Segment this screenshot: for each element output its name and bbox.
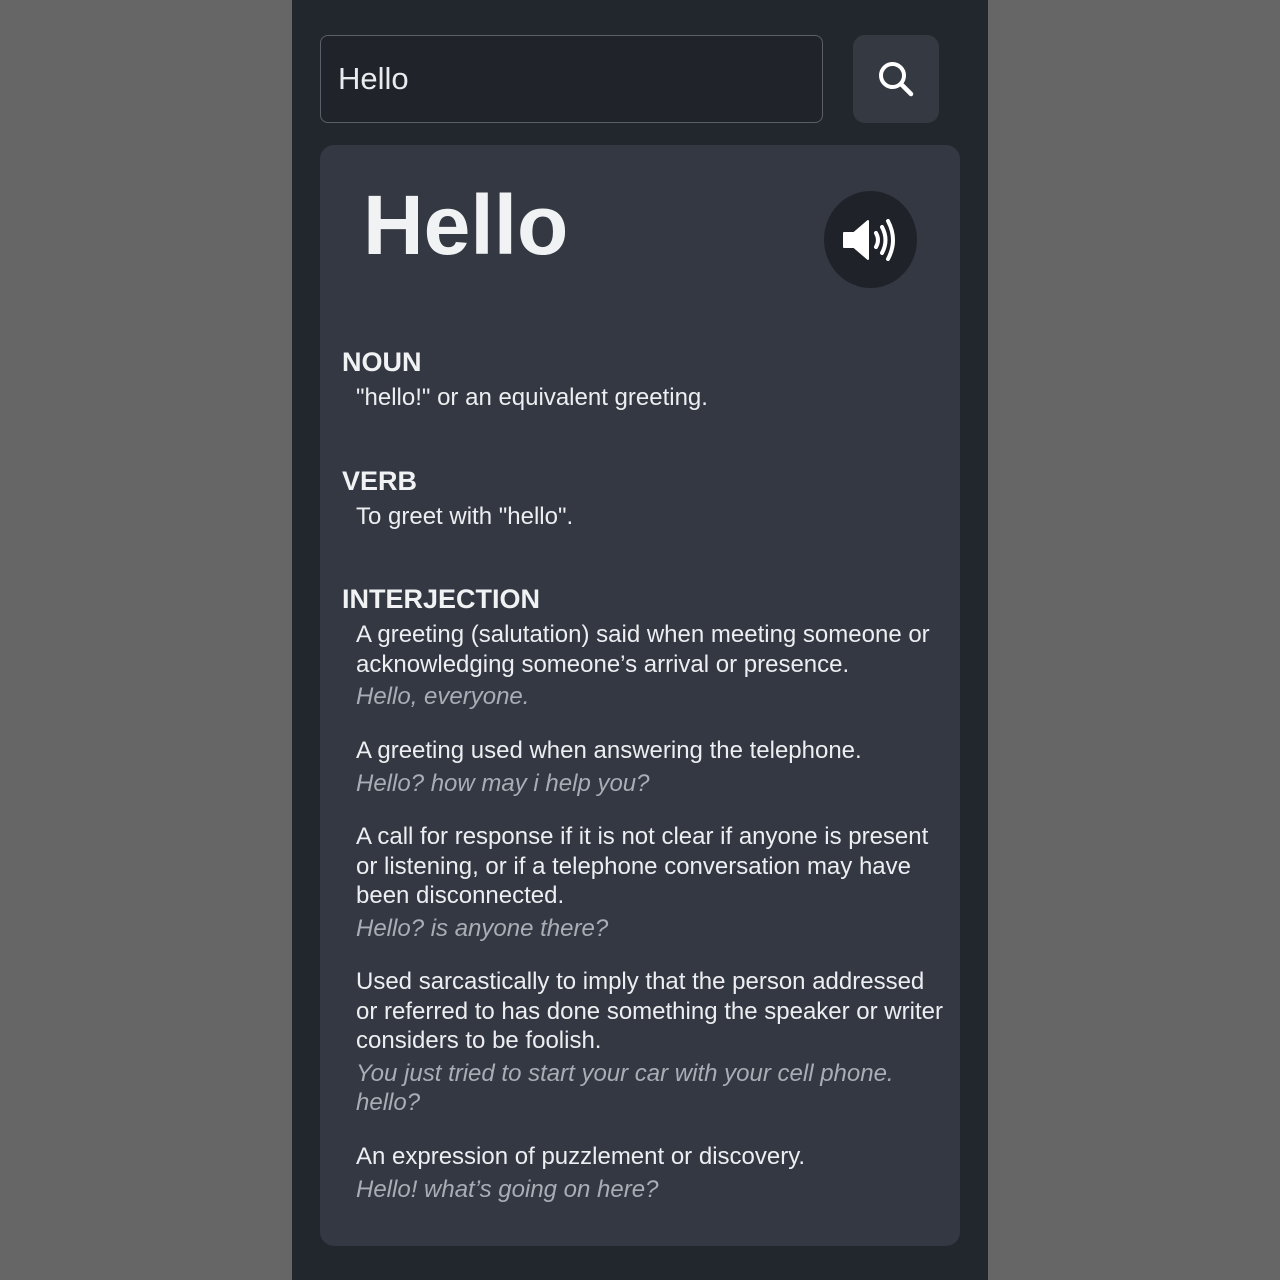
definition-example: You just tried to start your car with yo… (356, 1059, 894, 1117)
speaker-icon (842, 218, 895, 261)
definition-text: To greet with "hello". (356, 503, 574, 530)
headword: Hello (363, 178, 569, 272)
pos-label-interjection: INTERJECTION (342, 584, 541, 614)
definition-item: An expression of puzzlement or discovery… (356, 1142, 946, 1204)
definition-item: "hello!" or an equivalent greeting. (356, 383, 946, 413)
definition-text: "hello!" or an equivalent greeting. (356, 384, 708, 411)
definition-text: A greeting used when answering the telep… (356, 737, 862, 764)
definition-card: Hello NOUN "hello!" or an equivalent gre… (320, 145, 960, 1246)
search-input[interactable] (320, 35, 823, 123)
definition-text: An expression of puzzlement or discovery… (356, 1143, 806, 1170)
definition-item: To greet with "hello". (356, 502, 946, 532)
dictionary-app: Hello NOUN "hello!" or an equivalent gre… (292, 0, 988, 1280)
definition-item: Used sarcastically to imply that the per… (356, 967, 946, 1118)
definition-example: Hello? is anyone there? (356, 914, 609, 942)
definition-text: A call for response if it is not clear i… (356, 823, 929, 909)
definition-example: Hello? how may i help you? (356, 769, 650, 797)
pronunciation-audio-button[interactable] (824, 191, 917, 288)
search-icon (879, 62, 914, 97)
definition-item: A greeting used when answering the telep… (356, 736, 946, 798)
definition-item: A call for response if it is not clear i… (356, 822, 946, 943)
pos-label-verb: VERB (342, 466, 418, 496)
search-button[interactable] (853, 35, 939, 123)
definition-example: Hello! what’s going on here? (356, 1175, 659, 1203)
pos-label-noun: NOUN (342, 347, 422, 377)
definition-text: Used sarcastically to imply that the per… (356, 968, 943, 1054)
definition-example: Hello, everyone. (356, 683, 530, 710)
definition-item: A greeting (salutation) said when meetin… (356, 620, 946, 712)
definition-text: A greeting (salutation) said when meetin… (356, 621, 930, 678)
